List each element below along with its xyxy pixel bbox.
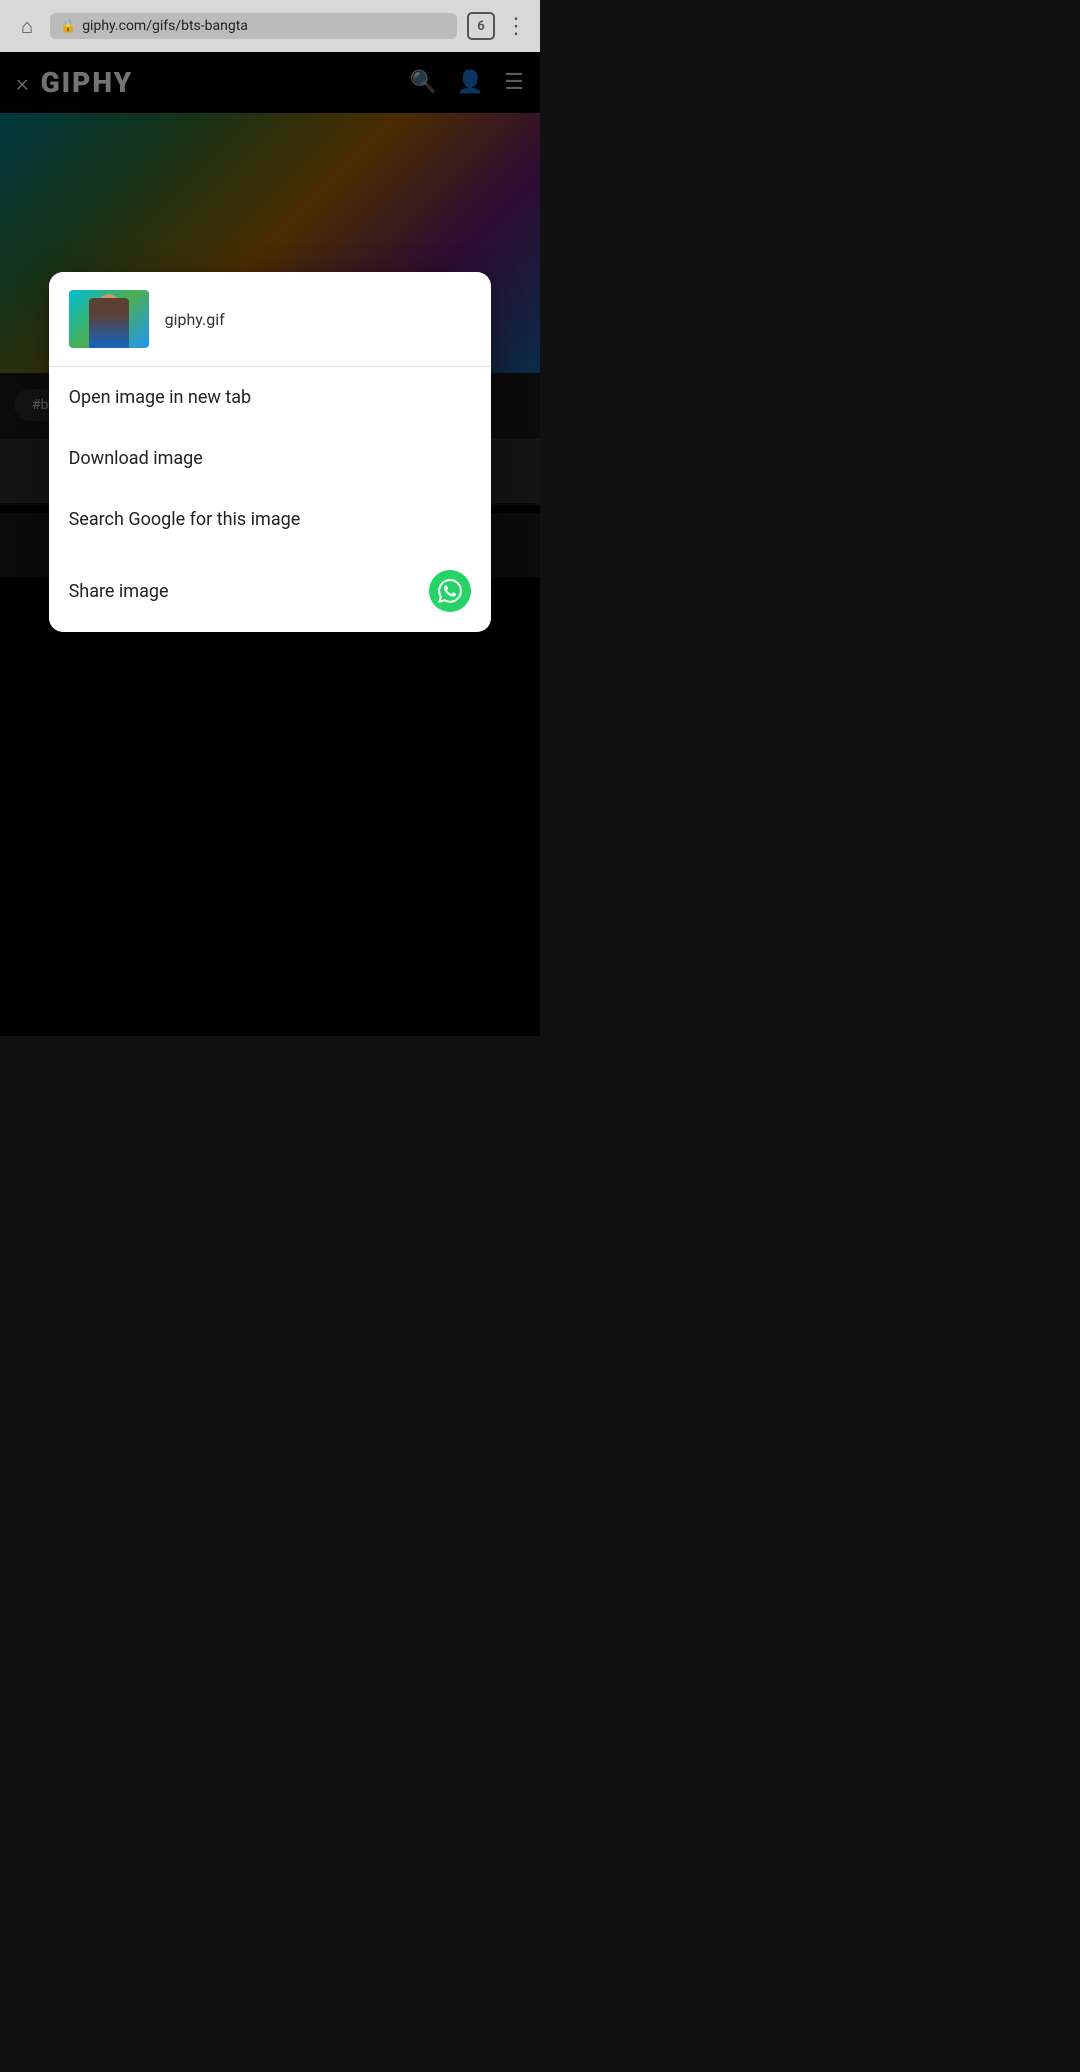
search-google-label: Search Google for this image	[69, 509, 301, 530]
search-google-item[interactable]: Search Google for this image	[49, 489, 492, 550]
gif-filename: giphy.gif	[165, 310, 225, 329]
browser-menu-icon[interactable]: ⋮	[505, 14, 526, 39]
thumbnail-person	[89, 298, 129, 348]
share-image-item[interactable]: Share image	[49, 550, 492, 632]
context-menu-header: giphy.gif	[49, 272, 492, 367]
whatsapp-icon	[429, 570, 471, 612]
open-new-tab-item[interactable]: Open image in new tab	[49, 367, 492, 428]
url-bar[interactable]: 🔒 giphy.com/gifs/bts-bangta	[50, 13, 457, 39]
tab-count[interactable]: 6	[467, 12, 495, 40]
download-image-label: Download image	[69, 448, 203, 469]
context-menu: giphy.gif Open image in new tab Download…	[49, 272, 492, 632]
home-icon[interactable]: ⌂	[14, 13, 40, 39]
download-image-item[interactable]: Download image	[49, 428, 492, 489]
share-image-label: Share image	[69, 581, 169, 602]
browser-bar: ⌂ 🔒 giphy.com/gifs/bts-bangta 6 ⋮	[0, 0, 540, 52]
context-menu-overlay: giphy.gif Open image in new tab Download…	[0, 52, 540, 1036]
gif-thumbnail	[69, 290, 149, 348]
url-text: giphy.com/gifs/bts-bangta	[82, 18, 248, 34]
page-background: × GIPHY 🔍 👤 ☰ #bts #crazy #v #bangtan #t…	[0, 52, 540, 1036]
open-new-tab-label: Open image in new tab	[69, 387, 252, 408]
lock-icon: 🔒	[60, 19, 76, 34]
